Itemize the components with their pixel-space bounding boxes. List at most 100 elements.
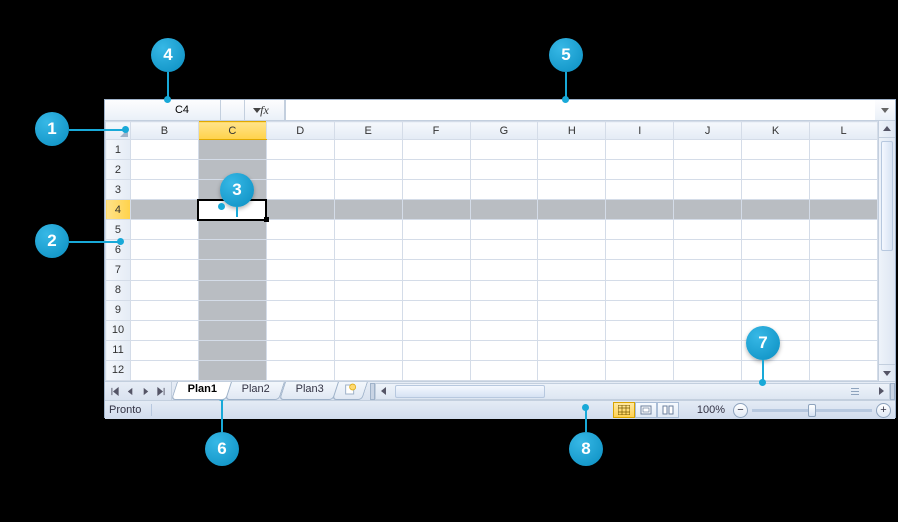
cell-G1[interactable]	[470, 140, 538, 160]
cell-I4[interactable]	[606, 200, 674, 220]
cell-I3[interactable]	[606, 180, 674, 200]
cell-H7[interactable]	[538, 260, 606, 280]
column-header-F[interactable]: F	[402, 122, 470, 140]
cell-G8[interactable]	[470, 280, 538, 300]
cell-I9[interactable]	[606, 300, 674, 320]
cell-D8[interactable]	[266, 280, 334, 300]
cell-J9[interactable]	[674, 300, 742, 320]
cell-K8[interactable]	[742, 280, 810, 300]
view-page-break-button[interactable]	[657, 402, 679, 418]
cell-B10[interactable]	[130, 320, 198, 340]
cell-E7[interactable]	[334, 260, 402, 280]
column-header-D[interactable]: D	[266, 122, 334, 140]
cell-K6[interactable]	[742, 240, 810, 260]
cell-I12[interactable]	[606, 360, 674, 380]
cell-B3[interactable]	[130, 180, 198, 200]
column-header-K[interactable]: K	[742, 122, 810, 140]
formula-input[interactable]	[285, 100, 875, 120]
cell-K4[interactable]	[742, 200, 810, 220]
cell-G11[interactable]	[470, 340, 538, 360]
cell-K9[interactable]	[742, 300, 810, 320]
cell-G12[interactable]	[470, 360, 538, 380]
cell-E10[interactable]	[334, 320, 402, 340]
cell-I5[interactable]	[606, 220, 674, 240]
cell-F5[interactable]	[402, 220, 470, 240]
cell-E5[interactable]	[334, 220, 402, 240]
cell-L6[interactable]	[810, 240, 878, 260]
cell-G9[interactable]	[470, 300, 538, 320]
cell-C12[interactable]	[198, 360, 266, 380]
cell-I6[interactable]	[606, 240, 674, 260]
cell-D4[interactable]	[266, 200, 334, 220]
column-header-G[interactable]: G	[470, 122, 538, 140]
column-header-E[interactable]: E	[334, 122, 402, 140]
row-header-3[interactable]: 3	[106, 180, 131, 200]
cell-E8[interactable]	[334, 280, 402, 300]
cell-J12[interactable]	[674, 360, 742, 380]
formula-bar-expand-icon[interactable]	[875, 100, 895, 120]
column-header-H[interactable]: H	[538, 122, 606, 140]
cell-L2[interactable]	[810, 160, 878, 180]
cell-F10[interactable]	[402, 320, 470, 340]
cell-L3[interactable]	[810, 180, 878, 200]
cell-L12[interactable]	[810, 360, 878, 380]
cell-E6[interactable]	[334, 240, 402, 260]
cell-F6[interactable]	[402, 240, 470, 260]
sheet-tab-plan3[interactable]: Plan3	[279, 382, 339, 400]
cell-C6[interactable]	[198, 240, 266, 260]
cell-E2[interactable]	[334, 160, 402, 180]
cell-H5[interactable]	[538, 220, 606, 240]
cell-J2[interactable]	[674, 160, 742, 180]
row-header-7[interactable]: 7	[106, 260, 131, 280]
cell-K3[interactable]	[742, 180, 810, 200]
cell-B5[interactable]	[130, 220, 198, 240]
cell-G5[interactable]	[470, 220, 538, 240]
cell-D2[interactable]	[266, 160, 334, 180]
zoom-out-button[interactable]: −	[733, 403, 748, 418]
column-header-J[interactable]: J	[674, 122, 742, 140]
cell-E12[interactable]	[334, 360, 402, 380]
fx-button[interactable]: fx	[245, 100, 285, 120]
cell-K5[interactable]	[742, 220, 810, 240]
cell-K7[interactable]	[742, 260, 810, 280]
cell-C10[interactable]	[198, 320, 266, 340]
cell-L5[interactable]	[810, 220, 878, 240]
cell-I2[interactable]	[606, 160, 674, 180]
cell-H10[interactable]	[538, 320, 606, 340]
cell-L7[interactable]	[810, 260, 878, 280]
zoom-in-button[interactable]: +	[876, 403, 891, 418]
cell-I11[interactable]	[606, 340, 674, 360]
cell-B9[interactable]	[130, 300, 198, 320]
column-header-I[interactable]: I	[606, 122, 674, 140]
cell-L11[interactable]	[810, 340, 878, 360]
cell-B2[interactable]	[130, 160, 198, 180]
cell-H1[interactable]	[538, 140, 606, 160]
row-header-12[interactable]: 12	[106, 360, 131, 380]
tab-nav-next-icon[interactable]	[139, 385, 152, 398]
zoom-label[interactable]: 100%	[697, 404, 725, 416]
row-header-9[interactable]: 9	[106, 300, 131, 320]
cell-C9[interactable]	[198, 300, 266, 320]
cell-F2[interactable]	[402, 160, 470, 180]
column-header-C[interactable]: C	[198, 122, 266, 140]
cell-C11[interactable]	[198, 340, 266, 360]
cell-F4[interactable]	[402, 200, 470, 220]
cell-I1[interactable]	[606, 140, 674, 160]
cell-J1[interactable]	[674, 140, 742, 160]
cell-F9[interactable]	[402, 300, 470, 320]
cell-K12[interactable]	[742, 360, 810, 380]
row-header-4[interactable]: 4	[106, 200, 131, 220]
cell-L9[interactable]	[810, 300, 878, 320]
row-header-1[interactable]: 1	[106, 140, 131, 160]
scroll-left-icon[interactable]	[376, 384, 393, 399]
scroll-up-icon[interactable]	[879, 121, 895, 138]
cell-C1[interactable]	[198, 140, 266, 160]
cell-I8[interactable]	[606, 280, 674, 300]
cell-B11[interactable]	[130, 340, 198, 360]
cell-D9[interactable]	[266, 300, 334, 320]
cell-H4[interactable]	[538, 200, 606, 220]
row-header-11[interactable]: 11	[106, 340, 131, 360]
cell-C5[interactable]	[198, 220, 266, 240]
cell-G2[interactable]	[470, 160, 538, 180]
cell-B7[interactable]	[130, 260, 198, 280]
